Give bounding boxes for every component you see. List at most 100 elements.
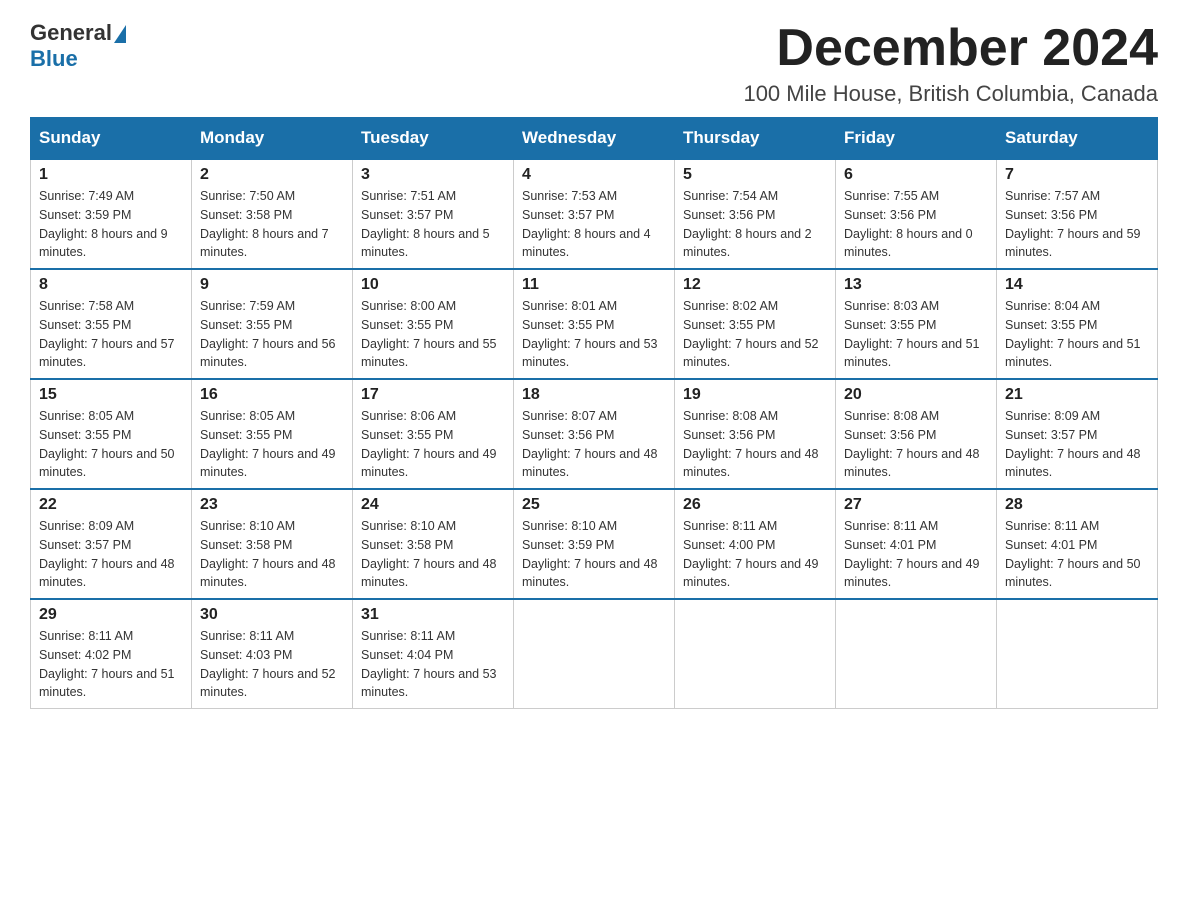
calendar-cell: 23 Sunrise: 8:10 AMSunset: 3:58 PMDaylig… <box>192 489 353 599</box>
day-info: Sunrise: 7:51 AMSunset: 3:57 PMDaylight:… <box>361 189 490 259</box>
calendar-cell: 29 Sunrise: 8:11 AMSunset: 4:02 PMDaylig… <box>31 599 192 709</box>
day-info: Sunrise: 8:07 AMSunset: 3:56 PMDaylight:… <box>522 409 658 479</box>
day-info: Sunrise: 8:00 AMSunset: 3:55 PMDaylight:… <box>361 299 497 369</box>
calendar-cell <box>514 599 675 709</box>
page-header: General Blue December 2024 100 Mile Hous… <box>30 20 1158 107</box>
day-number: 14 <box>1005 276 1149 294</box>
calendar-cell: 15 Sunrise: 8:05 AMSunset: 3:55 PMDaylig… <box>31 379 192 489</box>
column-header-sunday: Sunday <box>31 118 192 160</box>
calendar-cell: 7 Sunrise: 7:57 AMSunset: 3:56 PMDayligh… <box>997 159 1158 269</box>
day-number: 30 <box>200 606 344 624</box>
calendar-table: SundayMondayTuesdayWednesdayThursdayFrid… <box>30 117 1158 709</box>
day-number: 21 <box>1005 386 1149 404</box>
calendar-cell: 21 Sunrise: 8:09 AMSunset: 3:57 PMDaylig… <box>997 379 1158 489</box>
day-info: Sunrise: 8:11 AMSunset: 4:01 PMDaylight:… <box>1005 519 1141 589</box>
day-info: Sunrise: 8:05 AMSunset: 3:55 PMDaylight:… <box>200 409 336 479</box>
calendar-cell <box>675 599 836 709</box>
calendar-cell: 6 Sunrise: 7:55 AMSunset: 3:56 PMDayligh… <box>836 159 997 269</box>
logo-blue-text: Blue <box>30 46 78 72</box>
day-number: 19 <box>683 386 827 404</box>
column-header-friday: Friday <box>836 118 997 160</box>
day-number: 16 <box>200 386 344 404</box>
calendar-cell: 14 Sunrise: 8:04 AMSunset: 3:55 PMDaylig… <box>997 269 1158 379</box>
day-info: Sunrise: 8:09 AMSunset: 3:57 PMDaylight:… <box>39 519 175 589</box>
calendar-cell: 22 Sunrise: 8:09 AMSunset: 3:57 PMDaylig… <box>31 489 192 599</box>
calendar-week-row: 15 Sunrise: 8:05 AMSunset: 3:55 PMDaylig… <box>31 379 1158 489</box>
calendar-cell: 18 Sunrise: 8:07 AMSunset: 3:56 PMDaylig… <box>514 379 675 489</box>
calendar-week-row: 1 Sunrise: 7:49 AMSunset: 3:59 PMDayligh… <box>31 159 1158 269</box>
day-number: 10 <box>361 276 505 294</box>
day-number: 3 <box>361 166 505 184</box>
day-info: Sunrise: 8:10 AMSunset: 3:58 PMDaylight:… <box>200 519 336 589</box>
month-title: December 2024 <box>743 20 1158 77</box>
day-info: Sunrise: 8:01 AMSunset: 3:55 PMDaylight:… <box>522 299 658 369</box>
column-header-monday: Monday <box>192 118 353 160</box>
day-info: Sunrise: 7:58 AMSunset: 3:55 PMDaylight:… <box>39 299 175 369</box>
logo-triangle-icon <box>114 25 126 43</box>
day-info: Sunrise: 7:59 AMSunset: 3:55 PMDaylight:… <box>200 299 336 369</box>
calendar-cell: 1 Sunrise: 7:49 AMSunset: 3:59 PMDayligh… <box>31 159 192 269</box>
calendar-cell: 20 Sunrise: 8:08 AMSunset: 3:56 PMDaylig… <box>836 379 997 489</box>
day-number: 8 <box>39 276 183 294</box>
day-number: 31 <box>361 606 505 624</box>
day-number: 26 <box>683 496 827 514</box>
day-info: Sunrise: 7:57 AMSunset: 3:56 PMDaylight:… <box>1005 189 1141 259</box>
calendar-week-row: 29 Sunrise: 8:11 AMSunset: 4:02 PMDaylig… <box>31 599 1158 709</box>
day-number: 23 <box>200 496 344 514</box>
calendar-cell: 12 Sunrise: 8:02 AMSunset: 3:55 PMDaylig… <box>675 269 836 379</box>
calendar-cell: 25 Sunrise: 8:10 AMSunset: 3:59 PMDaylig… <box>514 489 675 599</box>
calendar-header-row: SundayMondayTuesdayWednesdayThursdayFrid… <box>31 118 1158 160</box>
day-info: Sunrise: 8:02 AMSunset: 3:55 PMDaylight:… <box>683 299 819 369</box>
day-number: 7 <box>1005 166 1149 184</box>
day-info: Sunrise: 8:08 AMSunset: 3:56 PMDaylight:… <box>683 409 819 479</box>
day-info: Sunrise: 7:54 AMSunset: 3:56 PMDaylight:… <box>683 189 812 259</box>
day-info: Sunrise: 8:06 AMSunset: 3:55 PMDaylight:… <box>361 409 497 479</box>
calendar-cell: 16 Sunrise: 8:05 AMSunset: 3:55 PMDaylig… <box>192 379 353 489</box>
day-info: Sunrise: 8:11 AMSunset: 4:01 PMDaylight:… <box>844 519 980 589</box>
calendar-cell: 24 Sunrise: 8:10 AMSunset: 3:58 PMDaylig… <box>353 489 514 599</box>
calendar-cell: 26 Sunrise: 8:11 AMSunset: 4:00 PMDaylig… <box>675 489 836 599</box>
day-number: 25 <box>522 496 666 514</box>
column-header-wednesday: Wednesday <box>514 118 675 160</box>
day-number: 17 <box>361 386 505 404</box>
day-info: Sunrise: 8:08 AMSunset: 3:56 PMDaylight:… <box>844 409 980 479</box>
location-title: 100 Mile House, British Columbia, Canada <box>743 81 1158 107</box>
day-info: Sunrise: 8:11 AMSunset: 4:04 PMDaylight:… <box>361 629 497 699</box>
day-info: Sunrise: 8:05 AMSunset: 3:55 PMDaylight:… <box>39 409 175 479</box>
day-number: 22 <box>39 496 183 514</box>
day-number: 5 <box>683 166 827 184</box>
calendar-cell: 11 Sunrise: 8:01 AMSunset: 3:55 PMDaylig… <box>514 269 675 379</box>
day-info: Sunrise: 7:55 AMSunset: 3:56 PMDaylight:… <box>844 189 973 259</box>
day-info: Sunrise: 8:11 AMSunset: 4:00 PMDaylight:… <box>683 519 819 589</box>
calendar-cell: 28 Sunrise: 8:11 AMSunset: 4:01 PMDaylig… <box>997 489 1158 599</box>
column-header-saturday: Saturday <box>997 118 1158 160</box>
day-info: Sunrise: 7:53 AMSunset: 3:57 PMDaylight:… <box>522 189 651 259</box>
calendar-cell: 9 Sunrise: 7:59 AMSunset: 3:55 PMDayligh… <box>192 269 353 379</box>
day-number: 6 <box>844 166 988 184</box>
calendar-cell <box>836 599 997 709</box>
calendar-week-row: 8 Sunrise: 7:58 AMSunset: 3:55 PMDayligh… <box>31 269 1158 379</box>
day-info: Sunrise: 7:50 AMSunset: 3:58 PMDaylight:… <box>200 189 329 259</box>
logo: General Blue <box>30 20 126 72</box>
calendar-cell: 31 Sunrise: 8:11 AMSunset: 4:04 PMDaylig… <box>353 599 514 709</box>
day-number: 13 <box>844 276 988 294</box>
day-info: Sunrise: 8:10 AMSunset: 3:58 PMDaylight:… <box>361 519 497 589</box>
day-info: Sunrise: 8:10 AMSunset: 3:59 PMDaylight:… <box>522 519 658 589</box>
calendar-cell: 4 Sunrise: 7:53 AMSunset: 3:57 PMDayligh… <box>514 159 675 269</box>
day-number: 27 <box>844 496 988 514</box>
day-number: 15 <box>39 386 183 404</box>
day-number: 28 <box>1005 496 1149 514</box>
calendar-cell: 8 Sunrise: 7:58 AMSunset: 3:55 PMDayligh… <box>31 269 192 379</box>
calendar-cell: 3 Sunrise: 7:51 AMSunset: 3:57 PMDayligh… <box>353 159 514 269</box>
day-number: 9 <box>200 276 344 294</box>
day-info: Sunrise: 8:04 AMSunset: 3:55 PMDaylight:… <box>1005 299 1141 369</box>
calendar-cell: 27 Sunrise: 8:11 AMSunset: 4:01 PMDaylig… <box>836 489 997 599</box>
day-info: Sunrise: 8:11 AMSunset: 4:02 PMDaylight:… <box>39 629 175 699</box>
day-number: 1 <box>39 166 183 184</box>
column-header-thursday: Thursday <box>675 118 836 160</box>
day-info: Sunrise: 8:11 AMSunset: 4:03 PMDaylight:… <box>200 629 336 699</box>
calendar-cell: 30 Sunrise: 8:11 AMSunset: 4:03 PMDaylig… <box>192 599 353 709</box>
title-section: December 2024 100 Mile House, British Co… <box>743 20 1158 107</box>
day-number: 4 <box>522 166 666 184</box>
day-number: 29 <box>39 606 183 624</box>
